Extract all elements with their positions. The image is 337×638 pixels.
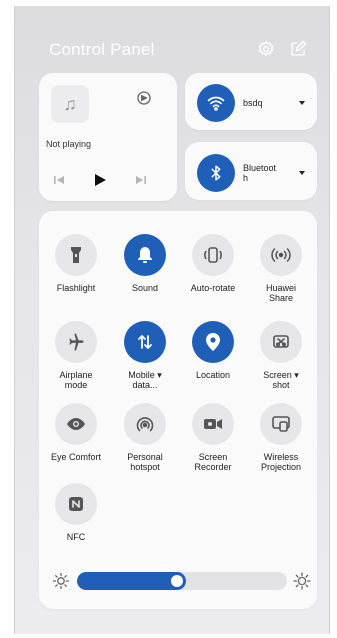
- brightness-fill: [77, 572, 186, 590]
- tile-label: Airplane mode: [42, 370, 110, 390]
- projection-icon: [260, 403, 302, 445]
- edit-icon[interactable]: [289, 40, 307, 58]
- hotspot-icon: [124, 403, 166, 445]
- tile-label-line2: Projection: [260, 462, 302, 472]
- tile-personal-hotspot[interactable]: Personal hotspot: [111, 403, 179, 472]
- mobile-data-icon: [124, 321, 166, 363]
- tile-label: Eye Comfort: [50, 452, 101, 462]
- tile-label-line1: Screen ▾: [263, 370, 299, 380]
- tile-huawei-share[interactable]: Huawei Share: [247, 234, 315, 303]
- tile-label: Screen ▾ shot: [247, 370, 315, 390]
- brightness-high-icon: [293, 572, 311, 590]
- tile-auto-rotate[interactable]: Auto-rotate: [179, 234, 247, 293]
- airplane-icon: [55, 321, 97, 363]
- screenshot-icon: [260, 321, 302, 363]
- tile-label-line2: hotspot: [130, 462, 160, 472]
- bluetooth-toggle[interactable]: Bluetoot h: [185, 142, 317, 200]
- tile-label: Personal hotspot: [111, 452, 179, 472]
- bluetooth-icon: [197, 154, 235, 192]
- tile-location[interactable]: Location: [179, 321, 247, 380]
- bluetooth-label-line2: h: [243, 173, 249, 183]
- tile-airplane-mode[interactable]: Airplane mode: [42, 321, 110, 390]
- tile-label-line2: Recorder: [194, 462, 232, 472]
- tile-label: Auto-rotate: [190, 283, 236, 293]
- media-card[interactable]: ♫ Not playing: [39, 73, 177, 201]
- bluetooth-label: Bluetoot h: [243, 163, 287, 183]
- tile-eye-comfort[interactable]: Eye Comfort: [42, 403, 110, 462]
- tile-label: Wireless Projection: [247, 452, 315, 472]
- tile-label-line1: Huawei: [265, 283, 296, 293]
- music-note-icon: ♫: [51, 85, 89, 123]
- media-status: Not playing: [46, 139, 92, 149]
- tile-label: Huawei Share: [247, 283, 315, 303]
- tile-label: Sound: [131, 283, 159, 293]
- tile-flashlight[interactable]: Flashlight: [42, 234, 110, 293]
- bell-icon: [124, 234, 166, 276]
- tile-label-line1: Mobile ▾: [128, 370, 162, 380]
- tile-label-line1: Wireless: [263, 452, 299, 462]
- tile-label: Flashlight: [56, 283, 96, 293]
- bluetooth-label-line1: Bluetoot: [243, 163, 277, 173]
- share-waves-icon: [260, 234, 302, 276]
- screen-recorder-icon: [192, 403, 234, 445]
- tile-label-line1: Airplane: [59, 370, 93, 380]
- control-panel: Control Panel ♫ Not playing bsdq Bluetoo…: [14, 6, 330, 634]
- eye-icon: [55, 403, 97, 445]
- tile-label-line2: data...: [132, 380, 158, 390]
- tile-wireless-projection[interactable]: Wireless Projection: [247, 403, 315, 472]
- next-track-icon[interactable]: [133, 172, 149, 188]
- rotate-icon: [192, 234, 234, 276]
- gear-icon[interactable]: [257, 40, 275, 58]
- tile-label: Location: [195, 370, 231, 380]
- tile-mobile-data[interactable]: Mobile ▾ data...: [111, 321, 179, 390]
- location-pin-icon: [192, 321, 234, 363]
- tile-nfc[interactable]: NFC: [42, 483, 110, 542]
- previous-track-icon[interactable]: [51, 172, 67, 188]
- tile-label: NFC: [66, 532, 86, 542]
- wifi-toggle[interactable]: bsdq: [185, 73, 317, 130]
- tile-label: Screen Recorder: [179, 452, 247, 472]
- tile-screenshot[interactable]: Screen ▾ shot: [247, 321, 315, 390]
- brightness-low-icon: [52, 572, 70, 590]
- wifi-name: bsdq: [243, 98, 263, 108]
- play-icon[interactable]: [92, 172, 108, 188]
- tile-label-line1: Personal: [127, 452, 163, 462]
- tile-label-line2: Share: [268, 293, 294, 303]
- brightness-thumb[interactable]: [171, 575, 183, 587]
- wifi-icon: [197, 84, 235, 122]
- chevron-down-icon[interactable]: [299, 101, 305, 105]
- tile-sound[interactable]: Sound: [111, 234, 179, 293]
- tile-screen-recorder[interactable]: Screen Recorder: [179, 403, 247, 472]
- tile-label-line2: shot: [272, 380, 290, 390]
- nfc-icon: [55, 483, 97, 525]
- chevron-down-icon[interactable]: [299, 171, 305, 175]
- cast-icon[interactable]: [135, 89, 153, 107]
- page-title: Control Panel: [49, 40, 155, 59]
- tile-label: Mobile ▾ data...: [111, 370, 179, 390]
- tile-label-line1: Screen: [198, 452, 228, 462]
- tile-label-line2: mode: [64, 380, 88, 390]
- flashlight-icon: [55, 234, 97, 276]
- brightness-slider[interactable]: [77, 572, 287, 590]
